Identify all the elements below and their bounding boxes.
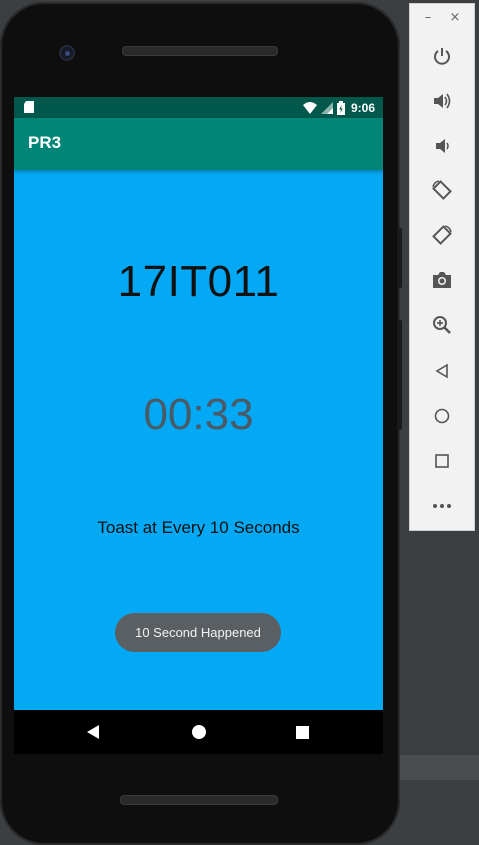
sd-card-icon <box>24 101 34 113</box>
volume-up-icon[interactable] <box>430 89 454 113</box>
navigation-bar <box>14 710 383 754</box>
status-icons: 9:06 <box>302 100 375 115</box>
more-icon[interactable] <box>430 494 454 518</box>
close-icon[interactable]: × <box>448 11 462 25</box>
ide-panel-bottom <box>398 781 479 845</box>
emulator-window-controls: – × <box>410 4 474 34</box>
rotate-right-icon[interactable] <box>430 223 454 247</box>
signal-icon <box>320 101 333 114</box>
back-icon[interactable] <box>430 359 454 383</box>
overview-icon[interactable] <box>430 449 454 473</box>
home-circle-icon <box>192 725 206 739</box>
toast-message: 10 Second Happened <box>115 613 281 652</box>
minimize-icon[interactable]: – <box>421 11 435 25</box>
app-title: PR3 <box>28 133 62 152</box>
nav-home-button[interactable] <box>189 722 209 742</box>
phone-power-button <box>397 228 402 288</box>
info-text: Toast at Every 10 Seconds <box>97 518 300 537</box>
nav-overview-button[interactable] <box>292 722 312 742</box>
overview-square-icon <box>295 725 309 739</box>
back-triangle-icon <box>87 725 99 739</box>
front-camera <box>59 45 75 61</box>
nav-back-button[interactable] <box>84 722 104 742</box>
student-id-text: 17IT011 <box>117 257 280 306</box>
power-icon[interactable] <box>430 44 454 68</box>
timer-text: 00:33 <box>143 390 254 439</box>
status-time: 9:06 <box>350 100 375 115</box>
bottom-speaker <box>120 795 278 805</box>
ide-panel-strip <box>398 755 479 780</box>
device-screen: 9:06 PR3 17IT011 00:33 Toast at Every 10… <box>14 97 383 710</box>
toast-text: 10 Second Happened <box>135 625 261 640</box>
battery-charging-icon <box>336 100 345 115</box>
emulator-controls-panel: – × <box>409 3 475 531</box>
top-speaker <box>122 46 278 56</box>
phone-volume-button <box>397 320 402 430</box>
zoom-icon[interactable] <box>430 313 454 337</box>
home-icon[interactable] <box>430 404 454 428</box>
rotate-left-icon[interactable] <box>430 178 454 202</box>
wifi-icon <box>302 101 317 114</box>
status-bar: 9:06 <box>14 97 383 118</box>
volume-down-icon[interactable] <box>430 134 454 158</box>
camera-icon[interactable] <box>430 268 454 292</box>
app-bar: PR3 <box>14 118 383 170</box>
